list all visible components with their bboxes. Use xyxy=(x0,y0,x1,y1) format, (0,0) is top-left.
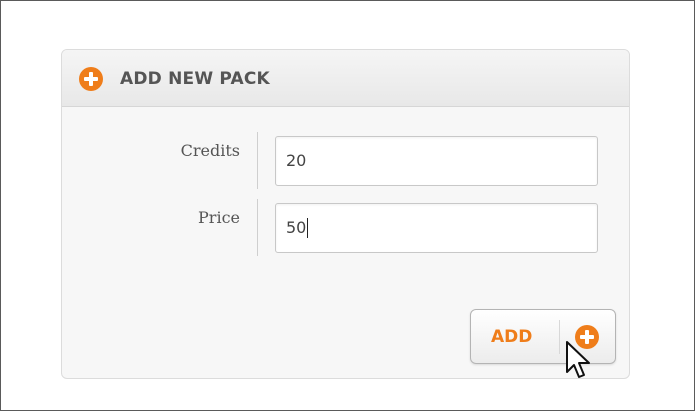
credits-value: 20 xyxy=(286,151,307,170)
credits-input[interactable]: 20 xyxy=(275,136,598,186)
label-divider xyxy=(257,132,258,189)
add-button[interactable]: ADD xyxy=(470,309,616,364)
credits-label: Credits xyxy=(180,141,240,160)
panel-title: ADD NEW PACK xyxy=(120,69,270,89)
mouse-pointer-icon xyxy=(566,341,590,378)
price-label: Price xyxy=(198,208,240,227)
plus-circle-icon xyxy=(79,67,103,91)
panel-header: ADD NEW PACK xyxy=(62,50,629,107)
text-caret xyxy=(307,217,309,238)
button-separator xyxy=(559,320,560,354)
price-input[interactable]: 50 xyxy=(275,203,598,253)
add-button-label: ADD xyxy=(491,327,533,347)
add-pack-panel: ADD NEW PACK Credits 20 Price 50 ADD xyxy=(61,49,630,379)
price-value: 50 xyxy=(286,218,307,237)
label-divider xyxy=(257,199,258,256)
